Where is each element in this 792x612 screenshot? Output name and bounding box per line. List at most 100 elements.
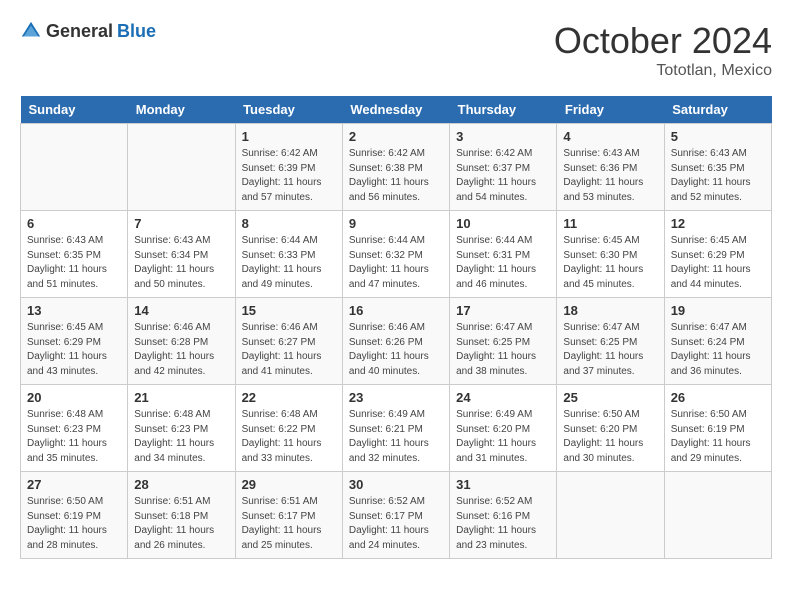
day-number: 28 [134,477,228,492]
calendar-cell: 29 Sunrise: 6:51 AMSunset: 6:17 PMDayligh… [235,472,342,559]
calendar-cell: 8 Sunrise: 6:44 AMSunset: 6:33 PMDaylight… [235,211,342,298]
day-number: 16 [349,303,443,318]
day-number: 7 [134,216,228,231]
calendar-cell: 17 Sunrise: 6:47 AMSunset: 6:25 PMDayligh… [450,298,557,385]
day-number: 15 [242,303,336,318]
day-info: Sunrise: 6:45 AMSunset: 6:30 PMDaylight:… [563,234,657,292]
day-info: Sunrise: 6:48 AMSunset: 6:23 PMDaylight:… [134,408,228,466]
logo-general-text: General [46,21,113,42]
day-number: 19 [671,303,765,318]
calendar-cell: 9 Sunrise: 6:44 AMSunset: 6:32 PMDaylight… [342,211,449,298]
calendar-cell: 4Sunrise: 6:43 AMSunset: 6:36 PMDaylight… [557,124,664,211]
calendar-cell: 14Sunrise: 6:46 AMSunset: 6:28 PMDayligh… [128,298,235,385]
weekday-header: Thursday [450,96,557,124]
calendar-week-row: 1 Sunrise: 6:42 AMSunset: 6:39 PMDaylight… [21,124,772,211]
month-title: October 2024 [554,20,772,62]
day-info: Sunrise: 6:43 AMSunset: 6:34 PMDaylight:… [134,234,228,292]
day-number: 8 [242,216,336,231]
calendar-cell [21,124,128,211]
day-number: 9 [349,216,443,231]
day-number: 6 [27,216,121,231]
day-info: Sunrise: 6:44 AMSunset: 6:32 PMDaylight:… [349,234,443,292]
day-number: 24 [456,390,550,405]
day-number: 30 [349,477,443,492]
day-info: Sunrise: 6:43 AMSunset: 6:35 PMDaylight:… [671,147,765,205]
weekday-header: Friday [557,96,664,124]
calendar-cell: 21 Sunrise: 6:48 AMSunset: 6:23 PMDayligh… [128,385,235,472]
logo: General Blue [20,20,156,42]
calendar-cell: 19 Sunrise: 6:47 AMSunset: 6:24 PMDayligh… [664,298,771,385]
day-number: 17 [456,303,550,318]
day-number: 1 [242,129,336,144]
day-info: Sunrise: 6:47 AMSunset: 6:25 PMDaylight:… [456,321,550,379]
calendar-cell: 18Sunrise: 6:47 AMSunset: 6:25 PMDayligh… [557,298,664,385]
day-number: 23 [349,390,443,405]
calendar-week-row: 20 Sunrise: 6:48 AMSunset: 6:23 PMDayligh… [21,385,772,472]
day-number: 3 [456,129,550,144]
calendar-cell: 5 Sunrise: 6:43 AMSunset: 6:35 PMDaylight… [664,124,771,211]
day-info: Sunrise: 6:42 AMSunset: 6:39 PMDaylight:… [242,147,336,205]
day-number: 21 [134,390,228,405]
day-info: Sunrise: 6:50 AMSunset: 6:19 PMDaylight:… [671,408,765,466]
day-info: Sunrise: 6:48 AMSunset: 6:22 PMDaylight:… [242,408,336,466]
weekday-header: Saturday [664,96,771,124]
day-info: Sunrise: 6:52 AMSunset: 6:16 PMDaylight:… [456,495,550,553]
day-number: 26 [671,390,765,405]
calendar-cell [664,472,771,559]
weekday-header: Tuesday [235,96,342,124]
day-info: Sunrise: 6:42 AMSunset: 6:37 PMDaylight:… [456,147,550,205]
day-info: Sunrise: 6:51 AMSunset: 6:17 PMDaylight:… [242,495,336,553]
day-info: Sunrise: 6:50 AMSunset: 6:19 PMDaylight:… [27,495,121,553]
calendar-cell: 2 Sunrise: 6:42 AMSunset: 6:38 PMDaylight… [342,124,449,211]
day-number: 12 [671,216,765,231]
page-header: General Blue October 2024 Tototlan, Mexi… [20,20,772,80]
calendar-cell: 31 Sunrise: 6:52 AMSunset: 6:16 PMDayligh… [450,472,557,559]
logo-icon [20,20,42,42]
logo-blue-text: Blue [117,21,156,42]
day-info: Sunrise: 6:44 AMSunset: 6:33 PMDaylight:… [242,234,336,292]
calendar-cell: 28 Sunrise: 6:51 AMSunset: 6:18 PMDayligh… [128,472,235,559]
day-number: 4 [563,129,657,144]
day-number: 13 [27,303,121,318]
calendar-cell [557,472,664,559]
day-number: 14 [134,303,228,318]
day-number: 25 [563,390,657,405]
day-info: Sunrise: 6:48 AMSunset: 6:23 PMDaylight:… [27,408,121,466]
day-info: Sunrise: 6:47 AMSunset: 6:24 PMDaylight:… [671,321,765,379]
day-number: 20 [27,390,121,405]
day-info: Sunrise: 6:47 AMSunset: 6:25 PMDaylight:… [563,321,657,379]
calendar-cell: 23Sunrise: 6:49 AMSunset: 6:21 PMDayligh… [342,385,449,472]
day-info: Sunrise: 6:51 AMSunset: 6:18 PMDaylight:… [134,495,228,553]
weekday-header: Sunday [21,96,128,124]
calendar-cell: 24Sunrise: 6:49 AMSunset: 6:20 PMDayligh… [450,385,557,472]
day-info: Sunrise: 6:42 AMSunset: 6:38 PMDaylight:… [349,147,443,205]
calendar-cell: 1 Sunrise: 6:42 AMSunset: 6:39 PMDaylight… [235,124,342,211]
day-number: 10 [456,216,550,231]
calendar-cell: 25 Sunrise: 6:50 AMSunset: 6:20 PMDayligh… [557,385,664,472]
weekday-header: Monday [128,96,235,124]
calendar-cell: 15 Sunrise: 6:46 AMSunset: 6:27 PMDayligh… [235,298,342,385]
day-number: 5 [671,129,765,144]
calendar-cell: 20 Sunrise: 6:48 AMSunset: 6:23 PMDayligh… [21,385,128,472]
day-info: Sunrise: 6:50 AMSunset: 6:20 PMDaylight:… [563,408,657,466]
calendar-table: SundayMondayTuesdayWednesdayThursdayFrid… [20,96,772,559]
calendar-cell: 13Sunrise: 6:45 AMSunset: 6:29 PMDayligh… [21,298,128,385]
calendar-cell: 7 Sunrise: 6:43 AMSunset: 6:34 PMDaylight… [128,211,235,298]
calendar-cell [128,124,235,211]
day-info: Sunrise: 6:46 AMSunset: 6:27 PMDaylight:… [242,321,336,379]
day-info: Sunrise: 6:45 AMSunset: 6:29 PMDaylight:… [671,234,765,292]
day-info: Sunrise: 6:44 AMSunset: 6:31 PMDaylight:… [456,234,550,292]
calendar-cell: 26 Sunrise: 6:50 AMSunset: 6:19 PMDayligh… [664,385,771,472]
location-title: Tototlan, Mexico [554,62,772,80]
day-number: 22 [242,390,336,405]
calendar-week-row: 6Sunrise: 6:43 AMSunset: 6:35 PMDaylight… [21,211,772,298]
calendar-cell: 27Sunrise: 6:50 AMSunset: 6:19 PMDayligh… [21,472,128,559]
day-number: 2 [349,129,443,144]
day-number: 29 [242,477,336,492]
weekday-header-row: SundayMondayTuesdayWednesdayThursdayFrid… [21,96,772,124]
day-number: 31 [456,477,550,492]
day-info: Sunrise: 6:46 AMSunset: 6:26 PMDaylight:… [349,321,443,379]
calendar-cell: 3 Sunrise: 6:42 AMSunset: 6:37 PMDaylight… [450,124,557,211]
calendar-cell: 12 Sunrise: 6:45 AMSunset: 6:29 PMDayligh… [664,211,771,298]
weekday-header: Wednesday [342,96,449,124]
